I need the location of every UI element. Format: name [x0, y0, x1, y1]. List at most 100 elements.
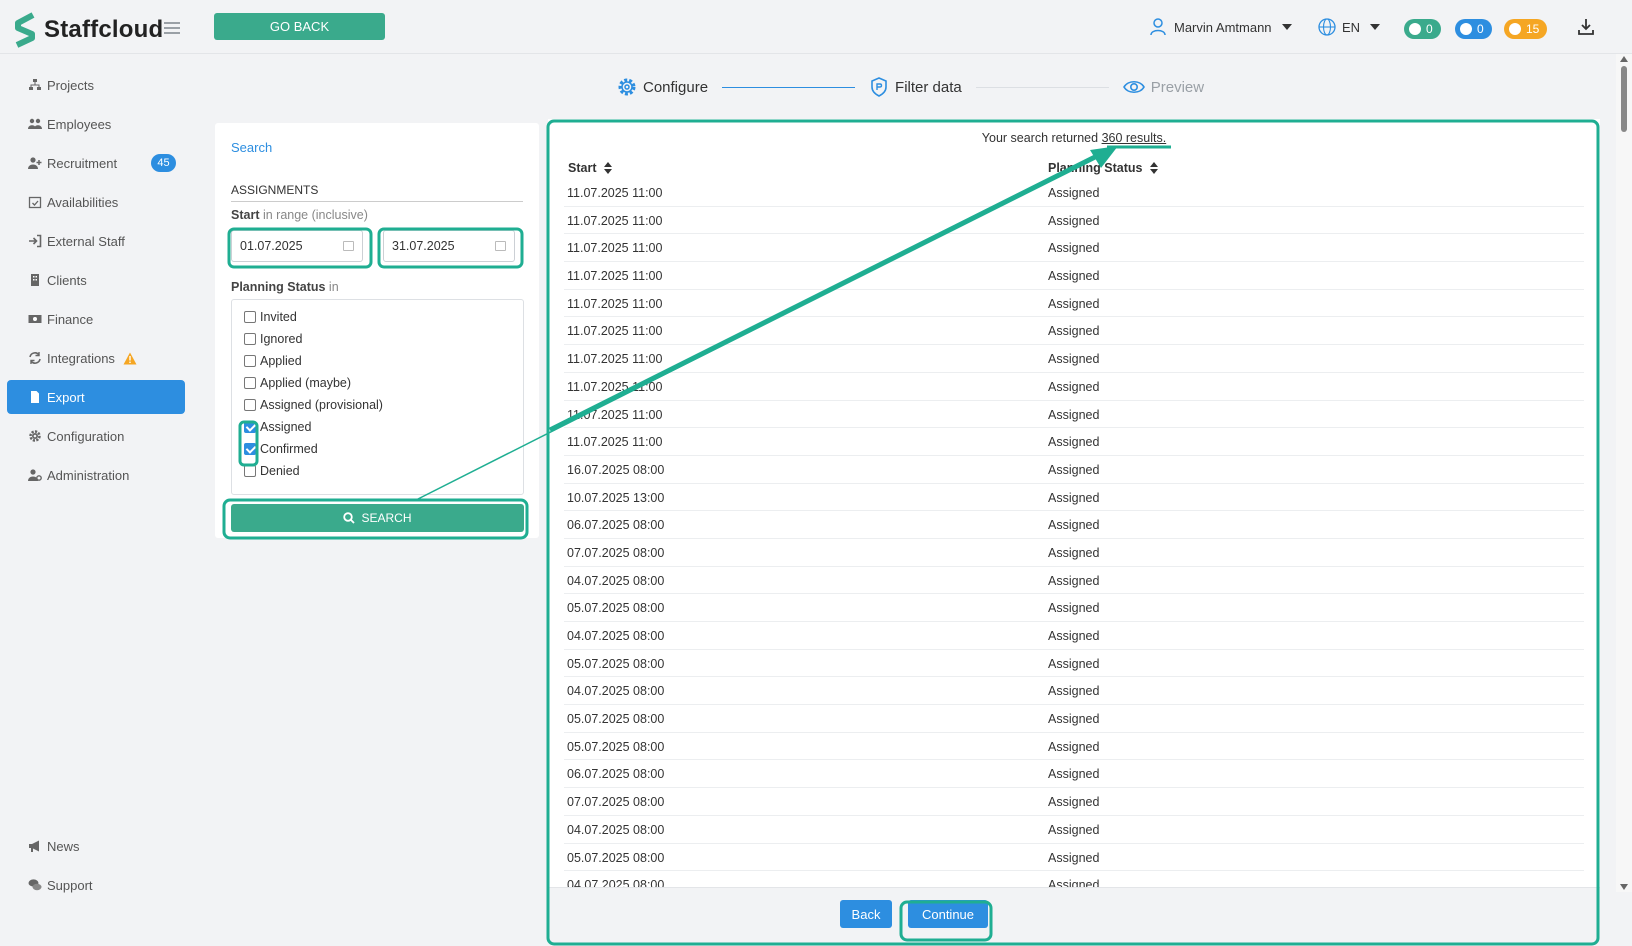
sidebar-item-label: News	[47, 838, 80, 854]
table-row[interactable]: 11.07.2025 11:00 Assigned	[564, 290, 1584, 318]
table-row[interactable]: 05.07.2025 08:00 Assigned	[564, 844, 1584, 872]
checkbox-checked[interactable]	[244, 421, 256, 433]
calendar-icon[interactable]	[343, 241, 354, 251]
table-row[interactable]: 07.07.2025 08:00 Assigned	[564, 539, 1584, 567]
status-option-denied[interactable]: Denied	[244, 464, 300, 478]
status-option-confirmed[interactable]: Confirmed	[244, 442, 318, 456]
table-row[interactable]: 04.07.2025 08:00 Assigned	[564, 622, 1584, 650]
sidebar-item-clients[interactable]: Clients	[7, 263, 185, 297]
search-link[interactable]: Search	[231, 140, 272, 155]
checkbox[interactable]	[244, 333, 256, 345]
table-row[interactable]: 05.07.2025 08:00 Assigned	[564, 705, 1584, 733]
language-selector[interactable]: EN	[1318, 18, 1381, 36]
cell-start: 11.07.2025 11:00	[567, 186, 663, 200]
sort-icon[interactable]	[1150, 162, 1159, 174]
sidebar-item-availabilities[interactable]: Availabilities	[7, 185, 185, 219]
table-row[interactable]: 11.07.2025 11:00 Assigned	[564, 207, 1584, 235]
start-date-to-input[interactable]: 31.07.2025	[383, 230, 515, 262]
checkbox[interactable]	[244, 355, 256, 367]
file-icon	[31, 391, 39, 403]
sidebar-item-projects[interactable]: Projects	[7, 68, 185, 102]
status-option-invited[interactable]: Invited	[244, 310, 297, 324]
checkbox-checked[interactable]	[244, 443, 256, 455]
cell-planning-status: Assigned	[1048, 241, 1100, 256]
table-row[interactable]: 06.07.2025 08:00 Assigned	[564, 760, 1584, 789]
checkbox[interactable]	[244, 377, 256, 389]
calendar-check-icon	[28, 196, 42, 209]
sidebar-item-support[interactable]: Support	[7, 868, 185, 902]
sidebar-item-label: External Staff	[47, 233, 125, 249]
table-row[interactable]: 11.07.2025 11:00 Assigned	[564, 179, 1584, 207]
cell-planning-status: Assigned	[1048, 850, 1100, 865]
table-row[interactable]: 04.07.2025 08:00 Assigned	[564, 816, 1584, 844]
table-row[interactable]: 05.07.2025 08:00 Assigned	[564, 650, 1584, 678]
table-row[interactable]: 11.07.2025 11:00 Assigned	[564, 345, 1584, 373]
sidebar-item-recruitment[interactable]: Recruitment 45	[7, 146, 185, 180]
results-table-body[interactable]: 11.07.2025 11:00 Assigned 11.07.2025 11:00…	[564, 179, 1584, 889]
sidebar-item-configuration[interactable]: Configuration	[7, 419, 185, 453]
scroll-up-icon[interactable]	[1620, 56, 1628, 62]
page-scrollbar[interactable]	[1616, 54, 1632, 892]
status-option-assigned[interactable]: Assigned	[244, 420, 311, 434]
scroll-down-icon[interactable]	[1620, 884, 1628, 890]
sidebar-item-finance[interactable]: Finance	[7, 302, 185, 336]
continue-button[interactable]: Continue	[908, 900, 988, 928]
step-filter-data[interactable]: Filter data	[869, 77, 962, 97]
messages-counter[interactable]: 0	[1404, 19, 1441, 39]
table-row[interactable]: 11.07.2025 11:00 Assigned	[564, 262, 1584, 290]
notifications-counter[interactable]: 0	[1455, 19, 1492, 39]
table-row[interactable]: 05.07.2025 08:00 Assigned	[564, 594, 1584, 622]
sidebar-item-external-staff[interactable]: External Staff	[7, 224, 185, 258]
table-row[interactable]: 06.07.2025 08:00 Assigned	[564, 511, 1584, 539]
checkbox[interactable]	[244, 399, 256, 411]
sort-icon[interactable]	[604, 162, 613, 174]
app-logo[interactable]: Staffcloud	[14, 12, 163, 48]
table-row[interactable]: 16.07.2025 08:00 Assigned	[564, 456, 1584, 484]
status-option-ignored[interactable]: Ignored	[244, 332, 302, 346]
start-date-from-input[interactable]: 01.07.2025	[231, 230, 363, 262]
download-icon[interactable]	[1578, 18, 1594, 36]
sidebar-item-employees[interactable]: Employees	[7, 107, 185, 141]
cell-planning-status: Assigned	[1048, 684, 1100, 699]
table-row[interactable]: 07.07.2025 08:00 Assigned	[564, 788, 1584, 816]
sidebar-item-export[interactable]: Export	[7, 380, 185, 414]
table-row[interactable]: 11.07.2025 11:00 Assigned	[564, 428, 1584, 456]
column-header-start[interactable]: Start	[568, 161, 613, 175]
status-option-applied-maybe[interactable]: Applied (maybe)	[244, 376, 351, 390]
money-icon	[28, 315, 42, 323]
messages-count: 0	[1426, 22, 1433, 36]
status-option-applied[interactable]: Applied	[244, 354, 302, 368]
search-button[interactable]: SEARCH	[231, 504, 524, 532]
sidebar-item-administration[interactable]: Administration	[7, 458, 185, 492]
user-icon	[1150, 18, 1166, 36]
sidebar-item-integrations[interactable]: Integrations	[7, 341, 185, 375]
sidebar-item-label: Administration	[47, 467, 130, 483]
step-preview[interactable]: Preview	[1122, 77, 1204, 97]
cell-planning-status: Assigned	[1048, 435, 1100, 450]
table-row[interactable]: 04.07.2025 08:00 Assigned	[564, 677, 1584, 706]
scroll-thumb[interactable]	[1621, 66, 1627, 132]
coins-counter[interactable]: 15	[1504, 19, 1548, 39]
table-row[interactable]: 10.07.2025 13:00 Assigned	[564, 484, 1584, 512]
user-menu[interactable]: Marvin Amtmann	[1150, 18, 1292, 36]
cell-planning-status: Assigned	[1048, 573, 1100, 588]
sidebar-item-news[interactable]: News	[7, 829, 185, 863]
table-row[interactable]: 11.07.2025 11:00 Assigned	[564, 373, 1584, 401]
checkbox[interactable]	[244, 311, 256, 323]
go-back-button[interactable]: GO BACK	[214, 13, 385, 40]
checkbox[interactable]	[244, 465, 256, 477]
table-row[interactable]: 11.07.2025 11:00 Assigned	[564, 317, 1584, 346]
table-row[interactable]: 04.07.2025 08:00 Assigned	[564, 567, 1584, 595]
eye-icon	[1122, 80, 1145, 94]
back-button[interactable]: Back	[840, 900, 892, 928]
cell-start: 05.07.2025 08:00	[567, 739, 665, 754]
table-row[interactable]: 11.07.2025 11:00 Assigned	[564, 401, 1584, 429]
step-configure[interactable]: Configure	[617, 77, 708, 97]
comments-icon	[28, 879, 42, 891]
table-row[interactable]: 05.07.2025 08:00 Assigned	[564, 733, 1584, 761]
menu-toggle-icon[interactable]	[164, 22, 180, 34]
table-row[interactable]: 11.07.2025 11:00 Assigned	[564, 234, 1584, 263]
status-option-assigned-provisional[interactable]: Assigned (provisional)	[244, 398, 383, 412]
column-header-planning-status[interactable]: Planning Status	[1048, 161, 1159, 175]
calendar-icon[interactable]	[495, 241, 506, 251]
